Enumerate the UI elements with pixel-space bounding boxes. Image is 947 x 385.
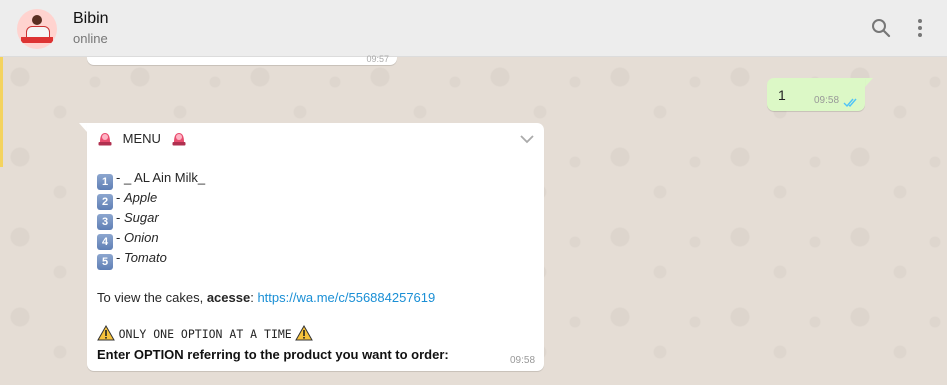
menu-item: 5- Tomato bbox=[97, 250, 167, 270]
cakes-link[interactable]: https://wa.me/c/556884257619 bbox=[257, 290, 435, 305]
warning-icon bbox=[97, 324, 115, 341]
search-icon[interactable] bbox=[869, 16, 893, 40]
menu-item-label: Onion bbox=[123, 230, 159, 245]
avatar[interactable] bbox=[17, 9, 57, 49]
outgoing-bubble-tail bbox=[865, 78, 873, 87]
outgoing-message-time: 09:58 bbox=[814, 95, 840, 106]
cakes-bold: acesse bbox=[206, 290, 251, 305]
more-vertical-icon[interactable] bbox=[908, 16, 932, 40]
menu-item: 3- Sugar bbox=[97, 210, 159, 230]
keycap-3-icon: 3 bbox=[97, 214, 113, 230]
keycap-5-icon: 5 bbox=[97, 254, 113, 270]
menu-title-line: MENU bbox=[97, 130, 187, 147]
menu-item: 2- Apple bbox=[97, 190, 157, 210]
chat-header: Bibin online bbox=[0, 0, 947, 57]
warning-text: ONLY ONE OPTION AT A TIME bbox=[118, 327, 292, 341]
order-instruction: Enter OPTION referring to the product yo… bbox=[97, 347, 449, 362]
menu-item-label: _ AL Ain Milk_ bbox=[123, 170, 206, 185]
cakes-line: To view the cakes, acesse: https://wa.me… bbox=[97, 290, 435, 305]
menu-item-label: Tomato bbox=[123, 250, 167, 265]
double-check-icon bbox=[843, 95, 859, 113]
menu-item-prefix: - bbox=[116, 250, 124, 265]
warning-line: ONLY ONE OPTION AT A TIME bbox=[97, 324, 314, 341]
outgoing-message-bubble[interactable]: 1 09:58 bbox=[767, 78, 865, 111]
warning-icon bbox=[295, 324, 314, 341]
incoming-message-time: 09:58 bbox=[510, 355, 536, 366]
chevron-down-icon[interactable] bbox=[518, 132, 536, 146]
menu-item-label: Sugar bbox=[123, 210, 159, 225]
menu-item: 4- Onion bbox=[97, 230, 159, 250]
menu-item-prefix: - bbox=[116, 170, 124, 185]
menu-item-label: Apple bbox=[123, 190, 158, 205]
keycap-2-icon: 2 bbox=[97, 194, 113, 210]
menu-item-prefix: - bbox=[116, 230, 124, 245]
contact-status: online bbox=[73, 31, 108, 46]
previous-message-bubble: 09:57 bbox=[87, 54, 397, 65]
menu-title: MENU bbox=[122, 131, 161, 146]
keycap-1-icon: 1 bbox=[97, 174, 113, 190]
keycap-4-icon: 4 bbox=[97, 234, 113, 250]
cakes-prefix: To view the cakes, bbox=[97, 290, 207, 305]
previous-message-time: 09:57 bbox=[366, 54, 389, 64]
outgoing-message-text: 1 bbox=[778, 87, 786, 103]
menu-item: 1- _ AL Ain Milk_ bbox=[97, 170, 205, 190]
menu-item-prefix: - bbox=[116, 210, 124, 225]
incoming-message-bubble[interactable]: MENU 1- _ AL Ain Milk_ 2- Apple 3- Sugar… bbox=[87, 123, 544, 371]
siren-icon bbox=[171, 130, 187, 147]
left-edge-strip bbox=[0, 57, 3, 167]
menu-item-prefix: - bbox=[116, 190, 124, 205]
siren-icon bbox=[97, 130, 113, 147]
incoming-bubble-tail bbox=[79, 123, 87, 132]
contact-name[interactable]: Bibin bbox=[73, 10, 109, 28]
